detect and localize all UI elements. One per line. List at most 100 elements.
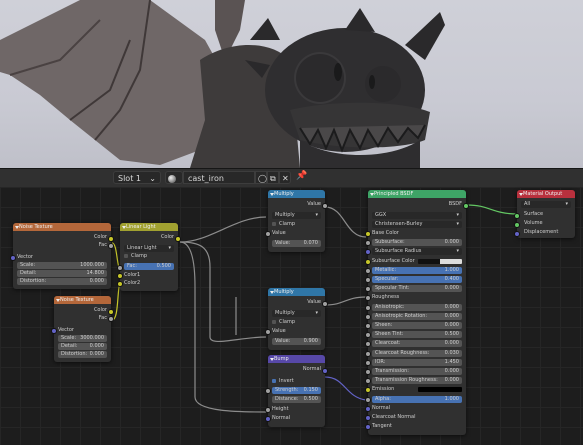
bsdf-row[interactable]: Anisotropic: 0.000 (372, 303, 462, 311)
displacement-input-socket[interactable] (514, 231, 520, 237)
material-browse-button[interactable] (165, 171, 183, 184)
clamp-checkbox[interactable]: Clamp (272, 221, 321, 228)
bsdf-input-socket[interactable] (365, 267, 371, 274)
bsdf-input-socket[interactable] (365, 258, 371, 265)
distribution-dropdown[interactable]: GGX (372, 212, 462, 219)
bsdf-input-socket[interactable] (365, 249, 371, 256)
bsdf-input-socket[interactable] (365, 350, 371, 357)
bsdf-input-socket[interactable] (365, 369, 371, 375)
material-name-field[interactable]: cast_iron (183, 171, 255, 184)
bsdf-input-socket[interactable] (365, 304, 371, 311)
value-field[interactable]: Value: 0.900 (272, 338, 321, 345)
strength-input-socket[interactable] (265, 388, 271, 394)
value-output-socket[interactable] (322, 203, 328, 209)
fac-output-socket[interactable] (108, 243, 114, 249)
color-output-socket[interactable] (108, 309, 114, 315)
normal-output-socket[interactable] (322, 368, 328, 374)
target-dropdown[interactable]: All (521, 201, 571, 208)
operation-dropdown[interactable]: Multiply (272, 310, 321, 317)
bsdf-row[interactable]: Sheen Tint: 0.500 (372, 331, 462, 339)
detail-field[interactable]: Detail: 14.800 (17, 270, 107, 277)
bump-node[interactable]: Bump Normal Invert Strength: 0.150 Distan… (265, 355, 328, 427)
scale-field[interactable]: Scale: 1000.000 (17, 262, 107, 269)
bsdf-input-socket[interactable] (365, 332, 371, 339)
color-swatch[interactable] (418, 258, 462, 264)
bsdf-input-socket[interactable] (365, 231, 371, 237)
bsdf-input-socket[interactable] (365, 415, 371, 421)
bsdf-input-socket[interactable] (365, 313, 371, 320)
color-swatch[interactable] (418, 387, 462, 393)
bsdf-input-socket[interactable] (365, 359, 371, 366)
bsdf-row[interactable]: Clearcoat: 0.000 (372, 340, 462, 348)
bsdf-input-socket[interactable] (365, 405, 371, 412)
3d-viewport[interactable] (0, 0, 583, 168)
blend-mode-dropdown[interactable]: Linear Light (124, 245, 174, 252)
bsdf-input-socket[interactable] (365, 341, 371, 348)
surface-input-socket[interactable] (514, 213, 520, 219)
bsdf-row[interactable]: Specular: 0.400 (372, 276, 462, 283)
duplicate-material-button[interactable]: ⧉ (267, 171, 279, 184)
strength-field[interactable]: Strength: 0.150 (272, 387, 321, 394)
detail-field[interactable]: Detail: 0.000 (58, 343, 107, 350)
bsdf-input-socket[interactable] (365, 387, 371, 394)
bsdf-input-socket[interactable] (365, 378, 371, 385)
linear-light-node[interactable]: Linear Light Color Linear Light Clamp Fa… (117, 223, 181, 291)
distortion-field[interactable]: Distortion: 0.000 (58, 351, 107, 358)
bsdf-row[interactable]: Transmission: 0.000 (372, 368, 462, 375)
value-output-socket[interactable] (322, 301, 328, 307)
subsurface-method-dropdown[interactable]: Christensen-Burley (372, 221, 462, 228)
unlink-material-button[interactable]: ✕ (279, 171, 291, 184)
bsdf-row[interactable]: IOR: 1.450 (372, 358, 462, 366)
slot-dropdown[interactable]: Slot 1 ⌄ (113, 171, 161, 184)
bsdf-row[interactable]: Sheen: 0.000 (372, 322, 462, 329)
node-editor-canvas[interactable]: Noise Texture Color Fac Vector Scale: 100… (0, 187, 583, 445)
pin-icon[interactable]: 📌 (296, 171, 307, 181)
noise-texture-node-2[interactable]: Noise Texture Color Fac Vector Scale: 300… (51, 296, 114, 362)
bsdf-row[interactable]: Transmission Roughness: 0.000 (372, 377, 462, 385)
noise-texture-node-1[interactable]: Noise Texture Color Fac Vector Scale: 100… (10, 223, 114, 289)
color-output-socket[interactable] (175, 236, 181, 242)
bsdf-row[interactable]: Subsurface: 0.000 (372, 239, 462, 247)
fake-user-button[interactable]: ◯ (255, 171, 267, 184)
distance-field[interactable]: Distance: 0.500 (272, 396, 321, 403)
bsdf-input-socket[interactable] (365, 396, 371, 403)
value-input-socket[interactable] (265, 231, 271, 237)
operation-dropdown[interactable]: Multiply (272, 212, 321, 219)
distortion-field[interactable]: Distortion: 0.000 (17, 278, 107, 285)
bsdf-row[interactable]: Clearcoat Roughness: 0.030 (372, 349, 462, 357)
principled-bsdf-node[interactable]: Principled BSDF BSDF GGX Christensen-Bur… (365, 190, 469, 435)
vector-input-socket[interactable] (10, 255, 16, 261)
bsdf-row[interactable]: Subsurface Radius (372, 248, 462, 256)
fac-output-socket[interactable] (108, 316, 114, 322)
clamp-checkbox[interactable]: Clamp (124, 253, 174, 260)
bsdf-output-socket[interactable] (463, 203, 469, 209)
bsdf-input-socket[interactable] (365, 277, 371, 283)
volume-input-socket[interactable] (514, 222, 520, 228)
scale-field[interactable]: Scale: 3000.000 (58, 335, 107, 342)
normal-input-socket[interactable] (265, 416, 271, 422)
bsdf-row[interactable]: Specular Tint: 0.000 (372, 285, 462, 293)
value-field[interactable]: Value: 0.070 (272, 240, 321, 247)
height-input-socket[interactable] (265, 407, 271, 413)
color2-input-socket[interactable] (117, 281, 123, 287)
multiply-node-2[interactable]: Multiply Value Multiply Clamp Value Valu… (265, 288, 328, 350)
bsdf-input-socket[interactable] (365, 295, 371, 302)
color-output-socket[interactable] (108, 236, 114, 242)
multiply-node-1[interactable]: Multiply Value Multiply Clamp Value Valu… (265, 190, 328, 252)
material-output-node[interactable]: Material Output All Surface Volume Displ… (514, 190, 575, 238)
bsdf-input-socket[interactable] (365, 286, 371, 293)
vector-input-socket[interactable] (51, 328, 57, 334)
bsdf-input-socket[interactable] (365, 323, 371, 329)
bsdf-row[interactable]: Anisotropic Rotation: 0.000 (372, 312, 462, 320)
value-input-socket[interactable] (265, 329, 271, 335)
bsdf-input-socket[interactable] (365, 240, 371, 247)
color1-input-socket[interactable] (117, 273, 123, 279)
bsdf-input-socket[interactable] (365, 424, 371, 431)
clamp-checkbox[interactable]: Clamp (272, 319, 321, 326)
bsdf-row[interactable]: Emission (372, 386, 462, 393)
fac-input-socket[interactable] (117, 265, 123, 271)
bsdf-row[interactable]: Alpha: 1.000 (372, 395, 462, 403)
bsdf-row[interactable]: Metallic: 1.000 (372, 266, 462, 274)
invert-checkbox[interactable]: Invert (272, 378, 321, 385)
fac-field[interactable]: Fac: 0.500 (124, 263, 174, 270)
